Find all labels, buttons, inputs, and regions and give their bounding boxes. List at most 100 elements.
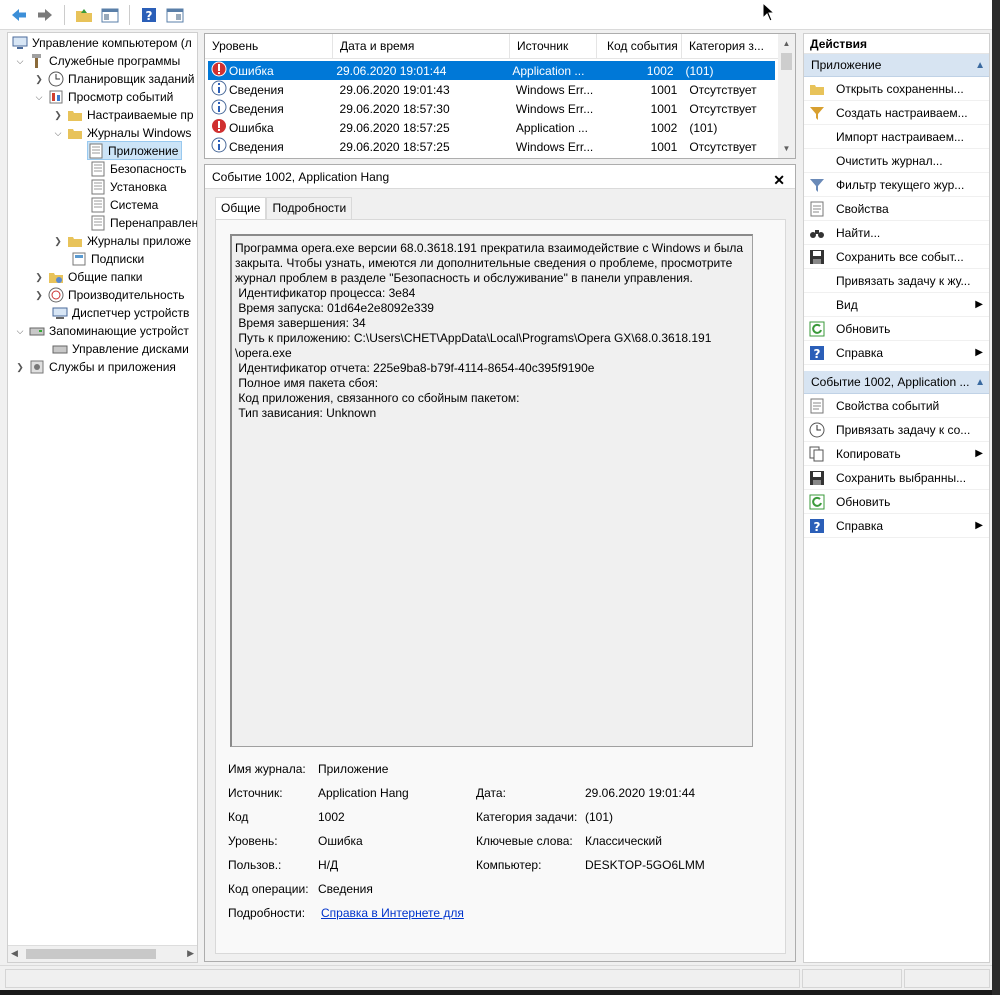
table-row[interactable]: Ошибка 29.06.2020 18:57:25 Application .…	[205, 118, 779, 137]
column-category[interactable]: Категория з...	[682, 34, 779, 59]
chevron-down-icon[interactable]: ⌵	[14, 56, 26, 67]
scroll-right-icon[interactable]: ▶	[187, 948, 194, 959]
action-event-properties[interactable]: Свойства событий	[804, 394, 989, 418]
event-list-scrollbar[interactable]: ▲ ▼	[778, 34, 795, 158]
column-level[interactable]: Уровень	[205, 34, 333, 59]
action-properties[interactable]: Свойства	[804, 197, 989, 221]
chevron-right-icon[interactable]: ❯	[33, 290, 45, 301]
chevron-right-icon[interactable]: ❯	[52, 110, 64, 121]
action-filter-current-log[interactable]: Фильтр текущего жур...	[804, 173, 989, 197]
table-row[interactable]: Сведения 29.06.2020 18:57:30 Windows Err…	[205, 99, 779, 118]
prop-value-source: Application Hang	[318, 786, 409, 800]
action-help-event[interactable]: ? Справка ▶	[804, 514, 989, 538]
column-event-id[interactable]: Код события	[597, 34, 682, 59]
disk-icon	[52, 341, 68, 357]
scroll-up-icon[interactable]: ▲	[778, 35, 795, 52]
prop-value-computer: DESKTOP-5GO6LMM	[585, 858, 705, 872]
tree-item-forwarded[interactable]: Перенаправлен	[90, 214, 197, 232]
action-save-selected[interactable]: Сохранить выбранны...	[804, 466, 989, 490]
collapse-icon[interactable]: ▲	[975, 54, 985, 76]
action-attach-task-to-log[interactable]: Привязать задачу к жу...	[804, 269, 989, 293]
save-icon	[809, 470, 825, 486]
action-clear-log[interactable]: Очистить журнал...	[804, 149, 989, 173]
console-tree[interactable]: Управление компьютером (л ⌵ Служебные про…	[7, 32, 198, 963]
desktop-edge	[992, 0, 1000, 995]
chevron-down-icon[interactable]: ⌵	[52, 128, 64, 139]
tree-item-device-manager[interactable]: Диспетчер устройств	[52, 304, 189, 322]
table-row[interactable]: Сведения 29.06.2020 18:57:25 Windows Err…	[205, 137, 779, 156]
chevron-right-icon[interactable]: ❯	[33, 272, 45, 283]
task-icon	[809, 422, 825, 438]
prop-label-opcode: Код операции:	[228, 882, 309, 896]
table-row[interactable]: Ошибка 29.06.2020 19:01:44 Application .…	[208, 61, 775, 80]
action-open-saved-log[interactable]: Открыть сохраненны...	[804, 77, 989, 101]
tree-horizontal-scrollbar[interactable]: ◀ ▶	[8, 945, 197, 962]
up-folder-icon[interactable]	[73, 4, 95, 26]
tree-item-computer-management[interactable]: Управление компьютером (л	[12, 34, 192, 52]
event-description[interactable]: Программа opera.exe версии 68.0.3618.191…	[230, 234, 753, 747]
prop-label-more-info: Подробности:	[228, 906, 306, 920]
tree-item-custom-views[interactable]: ❯ Настраиваемые пр	[52, 106, 193, 124]
scroll-down-icon[interactable]: ▼	[778, 140, 795, 157]
action-find[interactable]: Найти...	[804, 221, 989, 245]
action-help[interactable]: ? Справка ▶	[804, 341, 989, 365]
open-folder-icon	[809, 81, 825, 97]
prop-label-user: Пользов.:	[228, 858, 282, 872]
chevron-right-icon[interactable]: ❯	[52, 236, 64, 247]
table-row[interactable]: Сведения 29.06.2020 19:01:43 Windows Err…	[205, 80, 779, 99]
show-hide-tree-icon[interactable]	[99, 4, 121, 26]
device-manager-icon	[52, 305, 68, 321]
tree-item-windows-logs[interactable]: ⌵ Журналы Windows	[52, 124, 192, 142]
scrollbar-thumb[interactable]	[26, 949, 156, 959]
back-arrow-icon[interactable]	[8, 4, 30, 26]
action-import-custom-view[interactable]: Импорт настраиваем...	[804, 125, 989, 149]
services-icon	[29, 359, 45, 375]
chevron-down-icon[interactable]: ⌵	[33, 92, 45, 103]
actions-section-event[interactable]: Событие 1002, Application ... ▲	[804, 371, 989, 394]
toolbar-separator	[64, 4, 65, 25]
event-detail-title: Событие 1002, Application Hang ✕	[205, 165, 795, 189]
mouse-cursor-icon	[762, 1, 776, 25]
tree-item-security[interactable]: Безопасность	[90, 160, 187, 178]
forward-arrow-icon[interactable]	[34, 4, 56, 26]
action-view[interactable]: Вид ▶	[804, 293, 989, 317]
tree-item-system[interactable]: Система	[90, 196, 158, 214]
tree-item-subscriptions[interactable]: Подписки	[71, 250, 144, 268]
tab-details[interactable]: Подробности	[266, 197, 353, 219]
tab-general[interactable]: Общие	[215, 197, 267, 220]
online-help-link[interactable]: Справка в Интернете для	[321, 906, 464, 920]
tree-item-system-tools[interactable]: ⌵ Служебные программы	[14, 52, 180, 70]
tree-item-app-logs[interactable]: ❯ Журналы приложе	[52, 232, 191, 250]
action-refresh-event[interactable]: Обновить	[804, 490, 989, 514]
action-refresh[interactable]: Обновить	[804, 317, 989, 341]
error-icon	[205, 118, 229, 137]
action-attach-task-to-event[interactable]: Привязать задачу к со...	[804, 418, 989, 442]
scrollbar-thumb[interactable]	[781, 53, 792, 70]
column-date[interactable]: Дата и время	[333, 34, 510, 59]
scroll-left-icon[interactable]: ◀	[11, 948, 18, 959]
help-icon[interactable]: ?	[138, 4, 160, 26]
action-save-all-events[interactable]: Сохранить все событ...	[804, 245, 989, 269]
tree-item-task-scheduler[interactable]: ❯ Планировщик заданий	[33, 70, 194, 88]
tree-item-storage[interactable]: ⌵ Запоминающие устройст	[14, 322, 189, 340]
status-bar	[0, 965, 992, 990]
chevron-down-icon[interactable]: ⌵	[14, 326, 26, 337]
tree-item-performance[interactable]: ❯ Производительность	[33, 286, 184, 304]
tree-item-services-apps[interactable]: ❯ Службы и приложения	[14, 358, 176, 376]
tree-item-shared-folders[interactable]: ❯ Общие папки	[33, 268, 142, 286]
tree-item-disk-management[interactable]: Управление дисками	[52, 340, 189, 358]
tree-item-event-viewer[interactable]: ⌵ Просмотр событий	[33, 88, 174, 106]
event-list[interactable]: Уровень Дата и время Источник Код событи…	[204, 33, 796, 159]
actions-section-application[interactable]: Приложение ▲	[804, 54, 989, 77]
chevron-right-icon[interactable]: ❯	[14, 362, 26, 373]
collapse-icon[interactable]: ▲	[975, 371, 985, 393]
prop-label-keywords: Ключевые слова:	[476, 834, 573, 848]
action-copy[interactable]: Копировать ▶	[804, 442, 989, 466]
chevron-right-icon[interactable]: ❯	[33, 74, 45, 85]
action-create-custom-view[interactable]: Создать настраиваем...	[804, 101, 989, 125]
tree-item-setup[interactable]: Установка	[90, 178, 167, 196]
close-icon[interactable]: ✕	[773, 168, 785, 192]
show-hide-action-pane-icon[interactable]	[164, 4, 186, 26]
column-source[interactable]: Источник	[510, 34, 597, 59]
tree-item-application[interactable]: Приложение	[87, 141, 183, 160]
